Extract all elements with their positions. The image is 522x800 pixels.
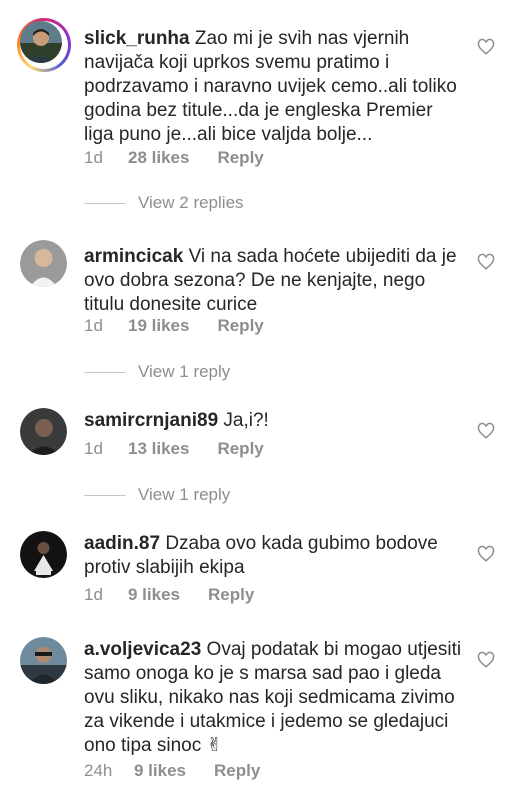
comment-time: 1d [84,316,103,335]
comment-likes[interactable]: 9 likes [134,761,186,781]
comment-time: 1d [84,148,103,167]
comment-meta: 1d 19 likes Reply [84,316,264,336]
comment-text: aadin.87 Dzaba ovo kada gubimo bodove pr… [84,532,464,580]
view-replies-button[interactable]: View 2 replies [84,193,244,213]
comment-time: 1d [84,439,103,458]
comment-text: samircrnjani89 Ja,i?! [84,409,464,433]
reply-button[interactable]: Reply [217,316,263,336]
comment-likes[interactable]: 13 likes [128,439,189,459]
comment-meta: 1d 28 likes Reply [84,148,264,168]
reply-button[interactable]: Reply [217,439,263,459]
avatar[interactable] [20,240,67,287]
heart-outline-icon[interactable] [477,38,495,56]
comments-list: slick_runha Zao mi je svih nas vjernih n… [0,0,522,800]
comment-likes[interactable]: 28 likes [128,148,189,168]
view-replies-label: View 2 replies [138,193,244,212]
view-replies-label: View 1 reply [138,485,231,504]
view-replies-button[interactable]: View 1 reply [84,485,230,505]
comment-likes[interactable]: 9 likes [128,585,180,605]
comment-likes[interactable]: 19 likes [128,316,189,336]
avatar[interactable] [17,18,71,72]
comment-meta: 24h 9 likes Reply [84,761,260,781]
avatar[interactable] [20,637,67,684]
view-replies-label: View 1 reply [138,362,231,381]
comment-text: slick_runha Zao mi je svih nas vjernih n… [84,27,464,147]
comment-username[interactable]: armincicak [84,246,183,267]
comment-body: Ja,i?! [223,410,269,431]
reply-button[interactable]: Reply [214,761,260,781]
reply-button[interactable]: Reply [208,585,254,605]
view-replies-button[interactable]: View 1 reply [84,362,230,382]
comment-time: 24h [84,761,113,780]
replies-divider [84,202,126,204]
comment-username[interactable]: aadin.87 [84,533,160,554]
comment-time: 1d [84,585,103,604]
comment-text: a.voljevica23 Ovaj podatak bi mogao utje… [84,638,464,758]
avatar[interactable] [20,408,67,455]
replies-divider [84,494,126,496]
reply-button[interactable]: Reply [217,148,263,168]
avatar[interactable] [20,531,67,578]
comment-username[interactable]: samircrnjani89 [84,410,218,431]
heart-outline-icon[interactable] [477,651,495,669]
heart-outline-icon[interactable] [477,422,495,440]
replies-divider [84,371,126,373]
comment-meta: 1d 9 likes Reply [84,585,254,605]
comment-username[interactable]: slick_runha [84,28,190,49]
heart-outline-icon[interactable] [477,545,495,563]
heart-outline-icon[interactable] [477,253,495,271]
comment-meta: 1d 13 likes Reply [84,439,264,459]
comment-text: armincicak Vi na sada hoćete ubijediti d… [84,245,464,317]
comment-username[interactable]: a.voljevica23 [84,639,201,660]
